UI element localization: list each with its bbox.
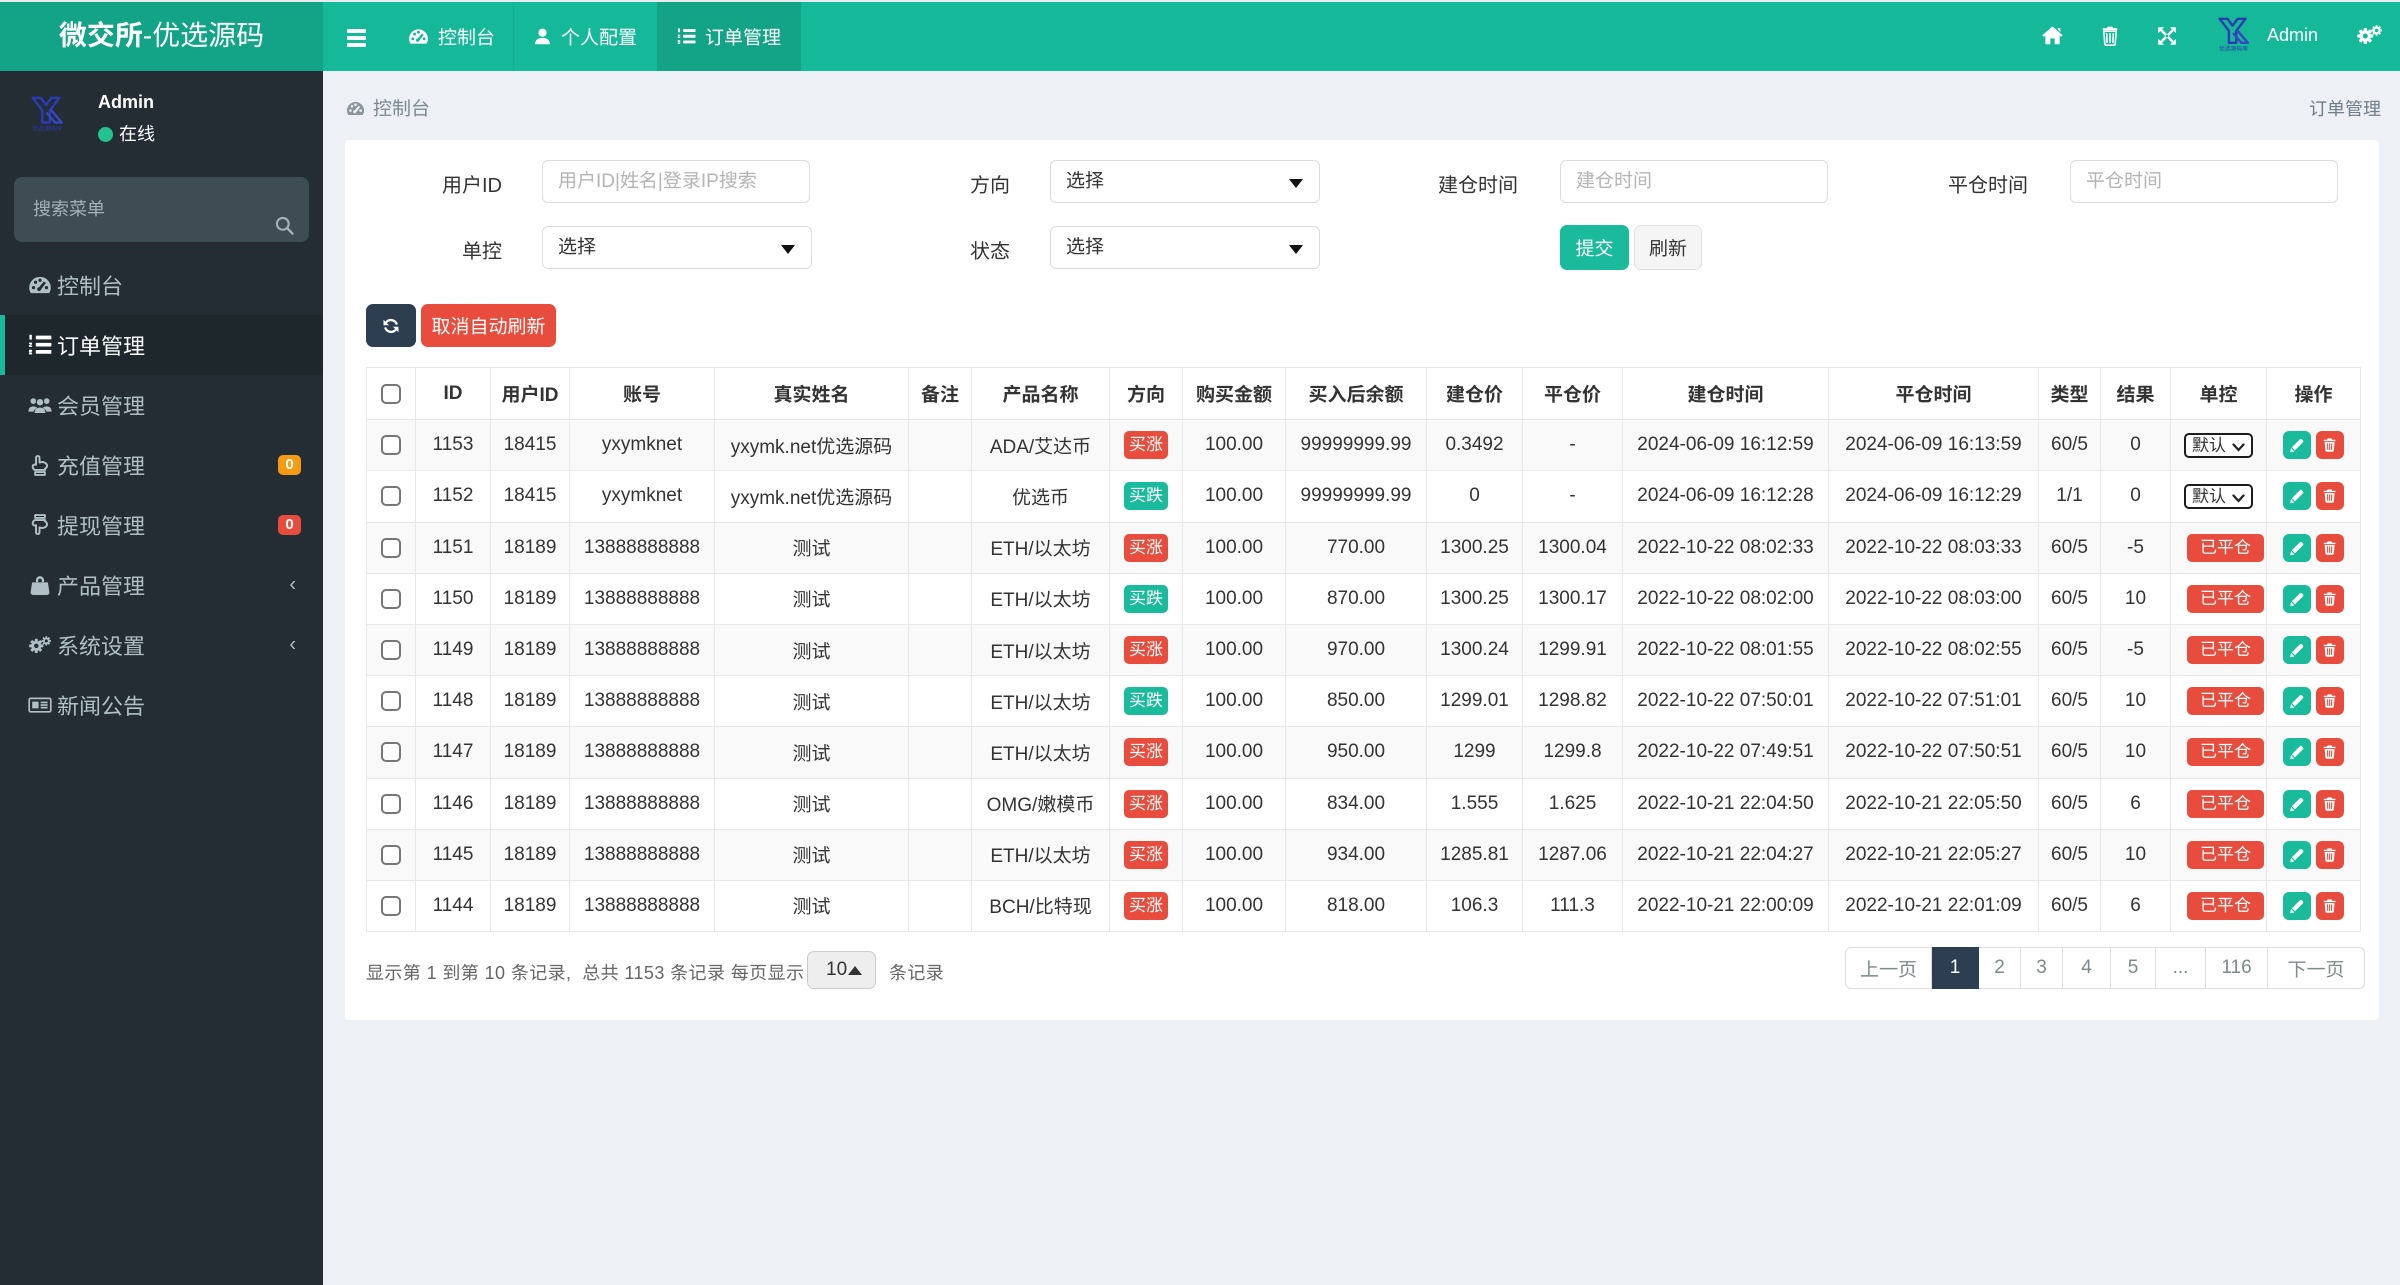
svg-text:优选源码库: 优选源码库 (32, 124, 62, 133)
svg-text:优选源码库: 优选源码库 (2219, 44, 2248, 53)
